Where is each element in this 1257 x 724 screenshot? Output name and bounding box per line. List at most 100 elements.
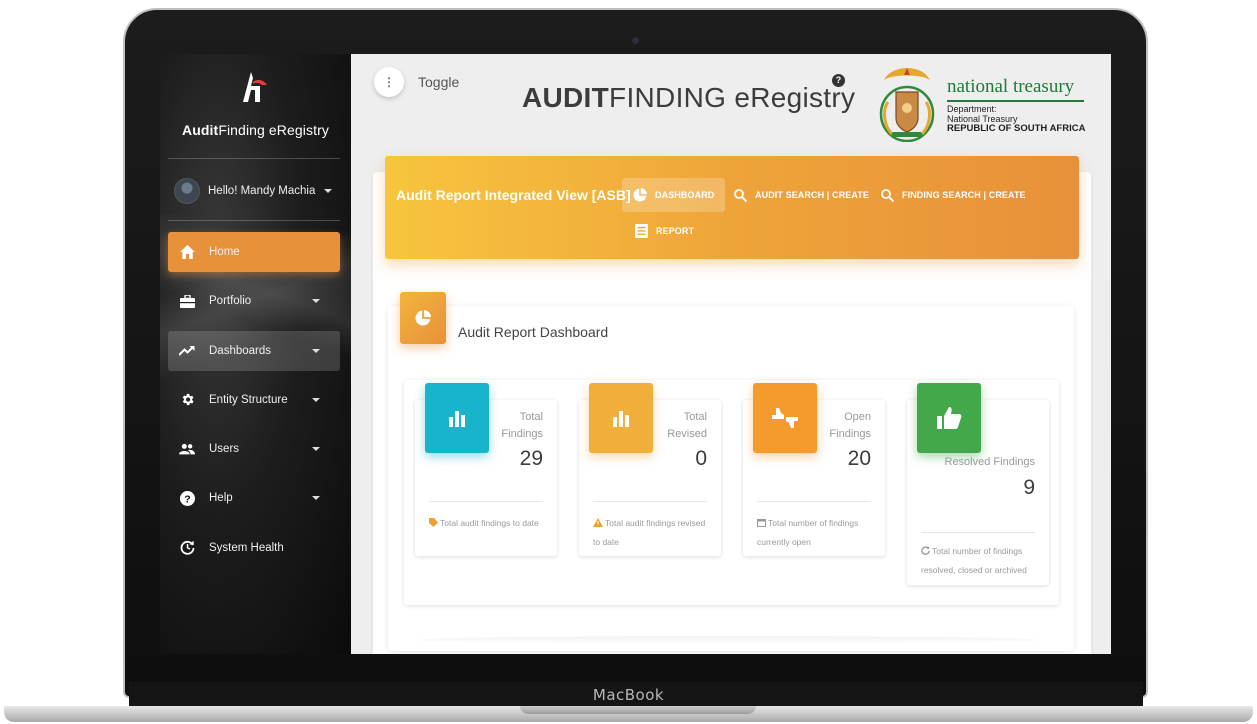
page-title: AUDITFINDING eRegistry	[522, 82, 855, 114]
home-icon	[179, 244, 195, 260]
briefcase-icon	[179, 293, 195, 309]
stat-divider	[429, 501, 543, 502]
stat-footer-text: Total audit findings to date	[440, 518, 539, 528]
sidebar-divider	[168, 158, 340, 159]
refresh-icon	[921, 543, 930, 561]
users-icon	[179, 441, 195, 457]
tag-icon	[429, 515, 438, 533]
thumbs-icon	[753, 383, 817, 453]
help-icon: ?	[179, 490, 195, 506]
user-greeting: Hello! Mandy Machia	[208, 185, 316, 197]
chevron-down-icon	[312, 397, 320, 402]
sidebar-item-label: Entity Structure	[209, 393, 288, 406]
chevron-down-icon	[312, 348, 320, 353]
pie-chart-icon	[400, 292, 446, 344]
org-line-1: Department:	[947, 104, 997, 114]
pie-chart-icon	[633, 188, 647, 202]
toggle-label[interactable]: Toggle	[418, 74, 459, 90]
app-logo-icon	[243, 72, 267, 102]
stat-value: 9	[1023, 476, 1035, 499]
bar-chart-icon	[425, 383, 489, 453]
banner-title: Audit Report Integrated View [ASB] :	[396, 187, 640, 203]
stat-card-open-findings[interactable]: Open Findings 20 Total number of finding…	[743, 383, 885, 556]
next-section-edge	[418, 636, 1038, 644]
user-menu[interactable]: Hello! Mandy Machia	[174, 176, 344, 206]
sidebar-divider	[168, 220, 340, 221]
coat-of-arms-icon	[879, 68, 935, 142]
sidebar-brand[interactable]: AuditFinding eRegistry	[160, 122, 351, 138]
sidebar-item-users[interactable]: Users	[168, 429, 340, 469]
sidebar-item-label: Users	[209, 443, 240, 456]
org-underline	[947, 100, 1084, 102]
stat-footer-text: Total audit findings revised to date	[593, 518, 706, 547]
brand-rest: Finding eRegistry	[218, 122, 329, 138]
stat-label: Resolved Findings	[944, 456, 1036, 468]
view-banner: Audit Report Integrated View [ASB] : DAS…	[385, 156, 1079, 259]
help-button[interactable]: ?	[832, 74, 845, 87]
tab-audit-search[interactable]: AUDIT SEARCH | CREATE	[723, 178, 880, 212]
app-screen: AuditFinding eRegistry Hello! Mandy Mach…	[160, 54, 1111, 654]
stat-footer: Total number of findings currently open	[757, 514, 875, 551]
laptop-base: MacBook	[0, 682, 1257, 724]
dashboard-title: Audit Report Dashboard	[458, 324, 609, 340]
sidebar-item-help[interactable]: ? Help	[168, 478, 340, 518]
stat-card-resolved-findings[interactable]: Resolved Findings 9 Total number of find…	[907, 383, 1049, 585]
search-icon	[881, 188, 894, 202]
sidebar-item-portfolio[interactable]: Portfolio	[168, 281, 340, 321]
trending-up-icon	[179, 343, 195, 359]
org-subtitle: Department: National Treasury REPUBLIC O…	[947, 104, 1085, 134]
stat-divider	[593, 501, 707, 502]
sidebar-item-label: Portfolio	[209, 295, 252, 308]
stat-footer-text: Total number of findings resolved, close…	[921, 546, 1027, 575]
chevron-down-icon	[324, 189, 333, 193]
title-bold: AUDIT	[522, 82, 610, 113]
sidebar-nav: Home Portfolio Dashboards Entity Structu…	[168, 232, 340, 577]
tab-finding-search[interactable]: FINDING SEARCH | CREATE	[870, 178, 1037, 212]
stat-value: 29	[519, 447, 543, 470]
refresh-icon	[179, 540, 195, 556]
org-line-3: REPUBLIC OF SOUTH AFRICA	[947, 123, 1086, 134]
search-icon	[734, 188, 747, 202]
sidebar-item-entity-structure[interactable]: Entity Structure	[168, 380, 340, 420]
bar-chart-icon	[589, 383, 653, 453]
stat-footer: Total audit findings revised to date	[593, 514, 711, 551]
gear-icon	[179, 392, 195, 408]
stat-label: Total Findings	[501, 411, 543, 440]
sidebar-item-dashboards[interactable]: Dashboards	[168, 330, 340, 371]
stat-value: 20	[847, 447, 871, 470]
warning-icon	[593, 515, 603, 533]
sidebar-toggle-button[interactable]: ⋮	[374, 67, 404, 97]
sidebar-item-label: Help	[209, 492, 233, 505]
stat-card-total-revised[interactable]: Total Revised 0 Total audit findings rev…	[579, 383, 721, 556]
chevron-down-icon	[312, 447, 320, 452]
svg-text:?: ?	[184, 493, 190, 505]
tab-dashboard[interactable]: DASHBOARD	[622, 178, 726, 212]
stat-divider	[921, 532, 1035, 533]
tab-report[interactable]: REPORT	[624, 214, 705, 248]
stat-divider	[757, 501, 871, 502]
stat-footer: Total audit findings to date	[429, 514, 547, 533]
stat-footer-text: Total number of findings currently open	[757, 518, 859, 547]
title-rest: FINDING eRegistry	[609, 82, 856, 113]
avatar	[174, 178, 200, 204]
tab-label: DASHBOARD	[655, 190, 715, 200]
sidebar-item-label: Dashboards	[209, 344, 272, 357]
base-notch	[520, 706, 756, 714]
stat-label: Total Revised	[667, 411, 707, 440]
sidebar-item-system-health[interactable]: System Health	[168, 528, 340, 568]
stat-footer: Total number of findings resolved, close…	[921, 542, 1039, 579]
thumbs-up-icon	[917, 383, 981, 453]
camera	[632, 37, 639, 44]
org-name: national treasury	[947, 76, 1075, 97]
stat-value: 0	[695, 447, 707, 470]
stat-label: Open Findings	[829, 411, 871, 440]
device-label: MacBook	[592, 686, 665, 704]
stat-card-total-findings[interactable]: Total Findings 29 Total audit findings t…	[415, 383, 557, 556]
tab-label: REPORT	[656, 226, 695, 236]
document-icon	[635, 224, 648, 238]
chevron-down-icon	[312, 299, 320, 304]
tab-label: FINDING SEARCH | CREATE	[902, 190, 1026, 200]
sidebar-item-home[interactable]: Home	[168, 232, 340, 272]
brand-bold: Audit	[182, 122, 219, 138]
sidebar-item-label: System Health	[209, 541, 284, 554]
